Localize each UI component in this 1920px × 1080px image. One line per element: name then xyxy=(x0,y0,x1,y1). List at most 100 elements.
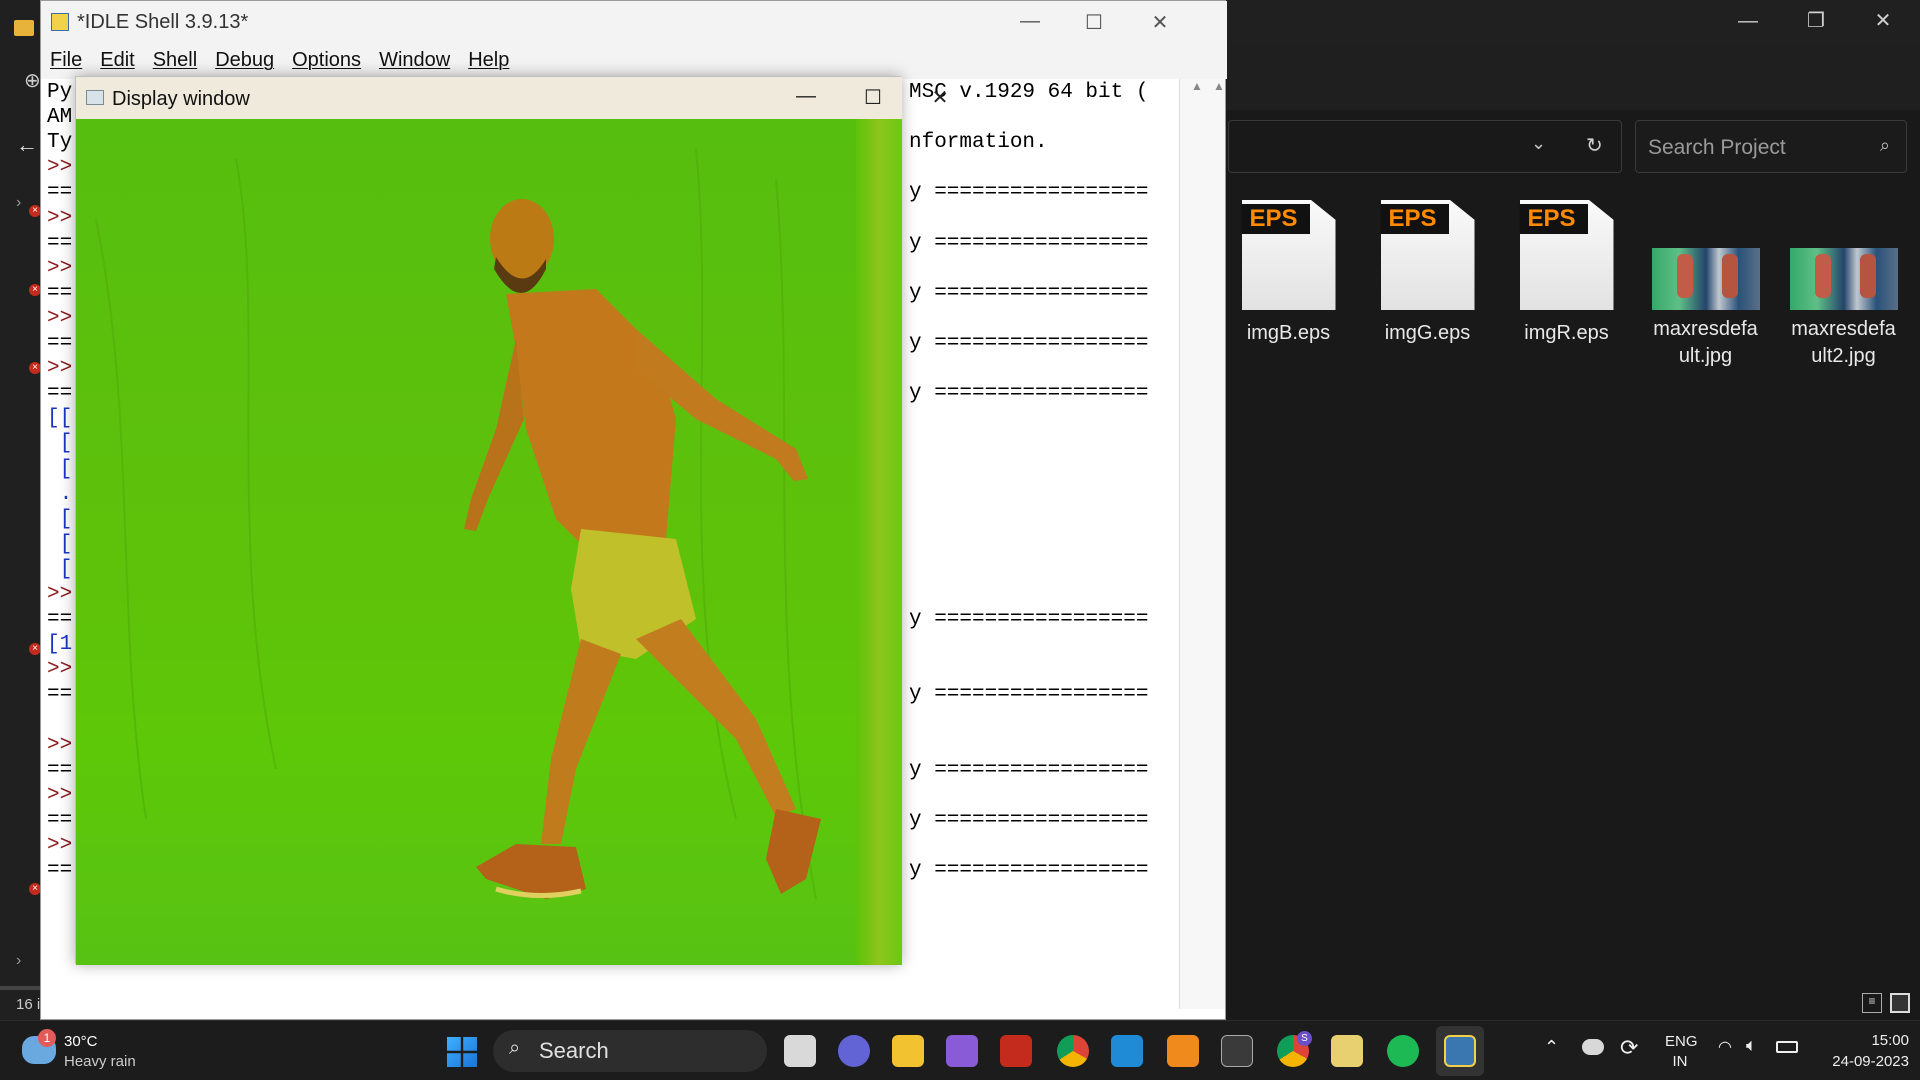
scrollbar[interactable] xyxy=(0,986,42,990)
file-explorer-icon[interactable] xyxy=(892,1035,924,1067)
menu-shell[interactable]: Shell xyxy=(153,43,197,72)
taskbar-search[interactable]: ⌕ Search xyxy=(493,1030,767,1072)
sync-icon[interactable]: ⟳ xyxy=(1620,1035,1638,1061)
onedrive-icon[interactable] xyxy=(1582,1039,1604,1055)
details-view-icon[interactable]: ≡ xyxy=(1862,993,1882,1013)
store-icon[interactable] xyxy=(1111,1035,1143,1067)
shell-line-right: y ================= xyxy=(909,332,1149,355)
shell-line-right: y ================= xyxy=(909,382,1149,406)
menu-file[interactable]: File xyxy=(50,43,82,72)
shell-line-left: . xyxy=(47,482,73,506)
restore-icon[interactable]: ❐ xyxy=(1786,0,1846,42)
notification-badge: 1 xyxy=(38,1029,56,1047)
filezilla-icon[interactable] xyxy=(1000,1035,1032,1067)
close-icon[interactable]: ✕ xyxy=(917,85,963,110)
chevron-right-icon[interactable]: › xyxy=(16,194,21,212)
vertical-scrollbar[interactable]: ▲ ▲ xyxy=(1179,79,1225,1009)
search-icon: ⌕ xyxy=(1879,135,1890,155)
chevron-right-icon[interactable]: › xyxy=(16,952,21,970)
shell-line-left: >> xyxy=(47,357,73,381)
language-top[interactable]: ENG xyxy=(1665,1033,1698,1050)
shell-line-right: y ================= xyxy=(909,808,1149,832)
shell-line-right: y ================= xyxy=(909,181,1149,205)
volume-icon[interactable]: 🔈︎ xyxy=(1746,1035,1757,1056)
menu-edit[interactable]: Edit xyxy=(100,43,134,72)
menu-debug[interactable]: Debug xyxy=(215,43,274,72)
shell-line-right: y ================= xyxy=(909,231,1149,255)
chevron-down-icon[interactable]: ⌄ xyxy=(1531,133,1546,154)
task-view-icon[interactable] xyxy=(784,1035,816,1067)
terminal-icon[interactable] xyxy=(1221,1035,1253,1067)
python-file-icon[interactable] xyxy=(1331,1035,1363,1067)
start-icon[interactable] xyxy=(447,1037,477,1067)
refresh-icon[interactable]: ↻ xyxy=(1586,133,1603,158)
window-title: Display window xyxy=(112,88,250,110)
shell-line-left: >> xyxy=(47,156,73,180)
back-arrow-icon[interactable]: ← xyxy=(16,132,38,158)
spotify-icon[interactable] xyxy=(1387,1035,1419,1067)
address-bar[interactable]: ⌄ ↻ xyxy=(1228,120,1622,173)
shell-line-left: [[ xyxy=(47,407,73,431)
menu-bar: File Edit Shell Debug Options Window Help xyxy=(41,43,1227,79)
minimize-icon[interactable]: — xyxy=(1007,10,1053,33)
display-titlebar[interactable]: Display window xyxy=(76,77,902,119)
search-input[interactable]: Search Project ⌕ xyxy=(1635,120,1907,173)
visual-studio-icon[interactable] xyxy=(946,1035,978,1067)
shell-line-right: y ================= xyxy=(909,608,1149,632)
navigation-pane: ⊕ ← › × × × × × › 16 i xyxy=(0,20,42,1020)
file-item-maxresdefault[interactable]: maxresdefault.jpg xyxy=(1643,200,1768,370)
chrome-icon[interactable] xyxy=(1057,1035,1089,1067)
chevron-up-icon[interactable]: ⌃ xyxy=(1544,1037,1559,1058)
new-tab-icon[interactable]: ⊕ xyxy=(24,68,41,93)
image-thumbnail xyxy=(1651,248,1760,310)
file-item-imgG[interactable]: EPS imgG.eps xyxy=(1365,200,1490,347)
displayed-image xyxy=(76,119,902,965)
shell-line-left: [ xyxy=(47,532,73,556)
file-item-maxresdefault2[interactable]: maxresdefault2.jpg xyxy=(1781,200,1906,370)
maximize-icon[interactable]: ☐ xyxy=(1071,10,1117,35)
teams-chat-icon[interactable] xyxy=(838,1035,870,1067)
sublime-text-icon[interactable] xyxy=(1167,1035,1199,1067)
walking-person-image xyxy=(95,119,902,965)
close-icon[interactable]: ✕ xyxy=(1137,10,1183,35)
minimize-icon[interactable]: — xyxy=(1718,0,1778,42)
eps-file-icon: EPS xyxy=(1241,200,1336,310)
maximize-icon[interactable]: ☐ xyxy=(850,85,896,110)
thumbnail-view-icon[interactable] xyxy=(1890,993,1910,1013)
file-name: maxresdefault2.jpg xyxy=(1791,318,1896,367)
shell-line-left: >> xyxy=(47,306,73,330)
shell-line-left: >> xyxy=(47,733,73,757)
shell-line-left: Ty xyxy=(47,131,73,155)
shell-line-right: y ================= xyxy=(909,683,1149,707)
shell-line-left: == xyxy=(47,332,73,355)
clock-date[interactable]: 24-09-2023 xyxy=(1815,1053,1909,1070)
shell-line-right: nformation. xyxy=(909,131,1048,155)
menu-help[interactable]: Help xyxy=(468,43,509,72)
scroll-up-icon[interactable]: ▲ xyxy=(1191,79,1203,93)
idle-icon[interactable] xyxy=(1444,1035,1476,1067)
file-name: imgB.eps xyxy=(1246,322,1331,344)
shell-line-left: [ xyxy=(47,457,73,481)
menu-window[interactable]: Window xyxy=(379,43,450,72)
battery-icon[interactable] xyxy=(1776,1041,1798,1053)
scroll-up-icon[interactable]: ▲ xyxy=(1213,79,1225,93)
file-item-imgB[interactable]: EPS imgB.eps xyxy=(1226,200,1351,347)
close-icon[interactable]: ✕ xyxy=(1853,0,1913,42)
weather-temp[interactable]: 30°C xyxy=(64,1033,98,1050)
profile-badge: S xyxy=(1297,1031,1312,1046)
menu-options[interactable]: Options xyxy=(292,43,361,72)
item-count: 16 i xyxy=(16,996,41,1013)
shell-line-left: == xyxy=(47,758,73,782)
display-window[interactable]: Display window — ☐ ✕ xyxy=(75,76,948,965)
shell-line-left: [ xyxy=(47,507,73,531)
image-thumbnail xyxy=(1789,248,1898,310)
weather-desc[interactable]: Heavy rain xyxy=(64,1053,136,1070)
language-bottom[interactable]: IN xyxy=(1665,1053,1695,1070)
clock-time[interactable]: 15:00 xyxy=(1815,1032,1909,1049)
eps-badge: EPS xyxy=(1519,204,1588,234)
wifi-icon[interactable]: ◠ xyxy=(1718,1037,1732,1057)
file-item-imgR[interactable]: EPS imgR.eps xyxy=(1504,200,1629,347)
minimize-icon[interactable]: — xyxy=(783,85,829,108)
shell-line-left: >> xyxy=(47,834,73,857)
shell-line-left: == xyxy=(47,231,73,255)
